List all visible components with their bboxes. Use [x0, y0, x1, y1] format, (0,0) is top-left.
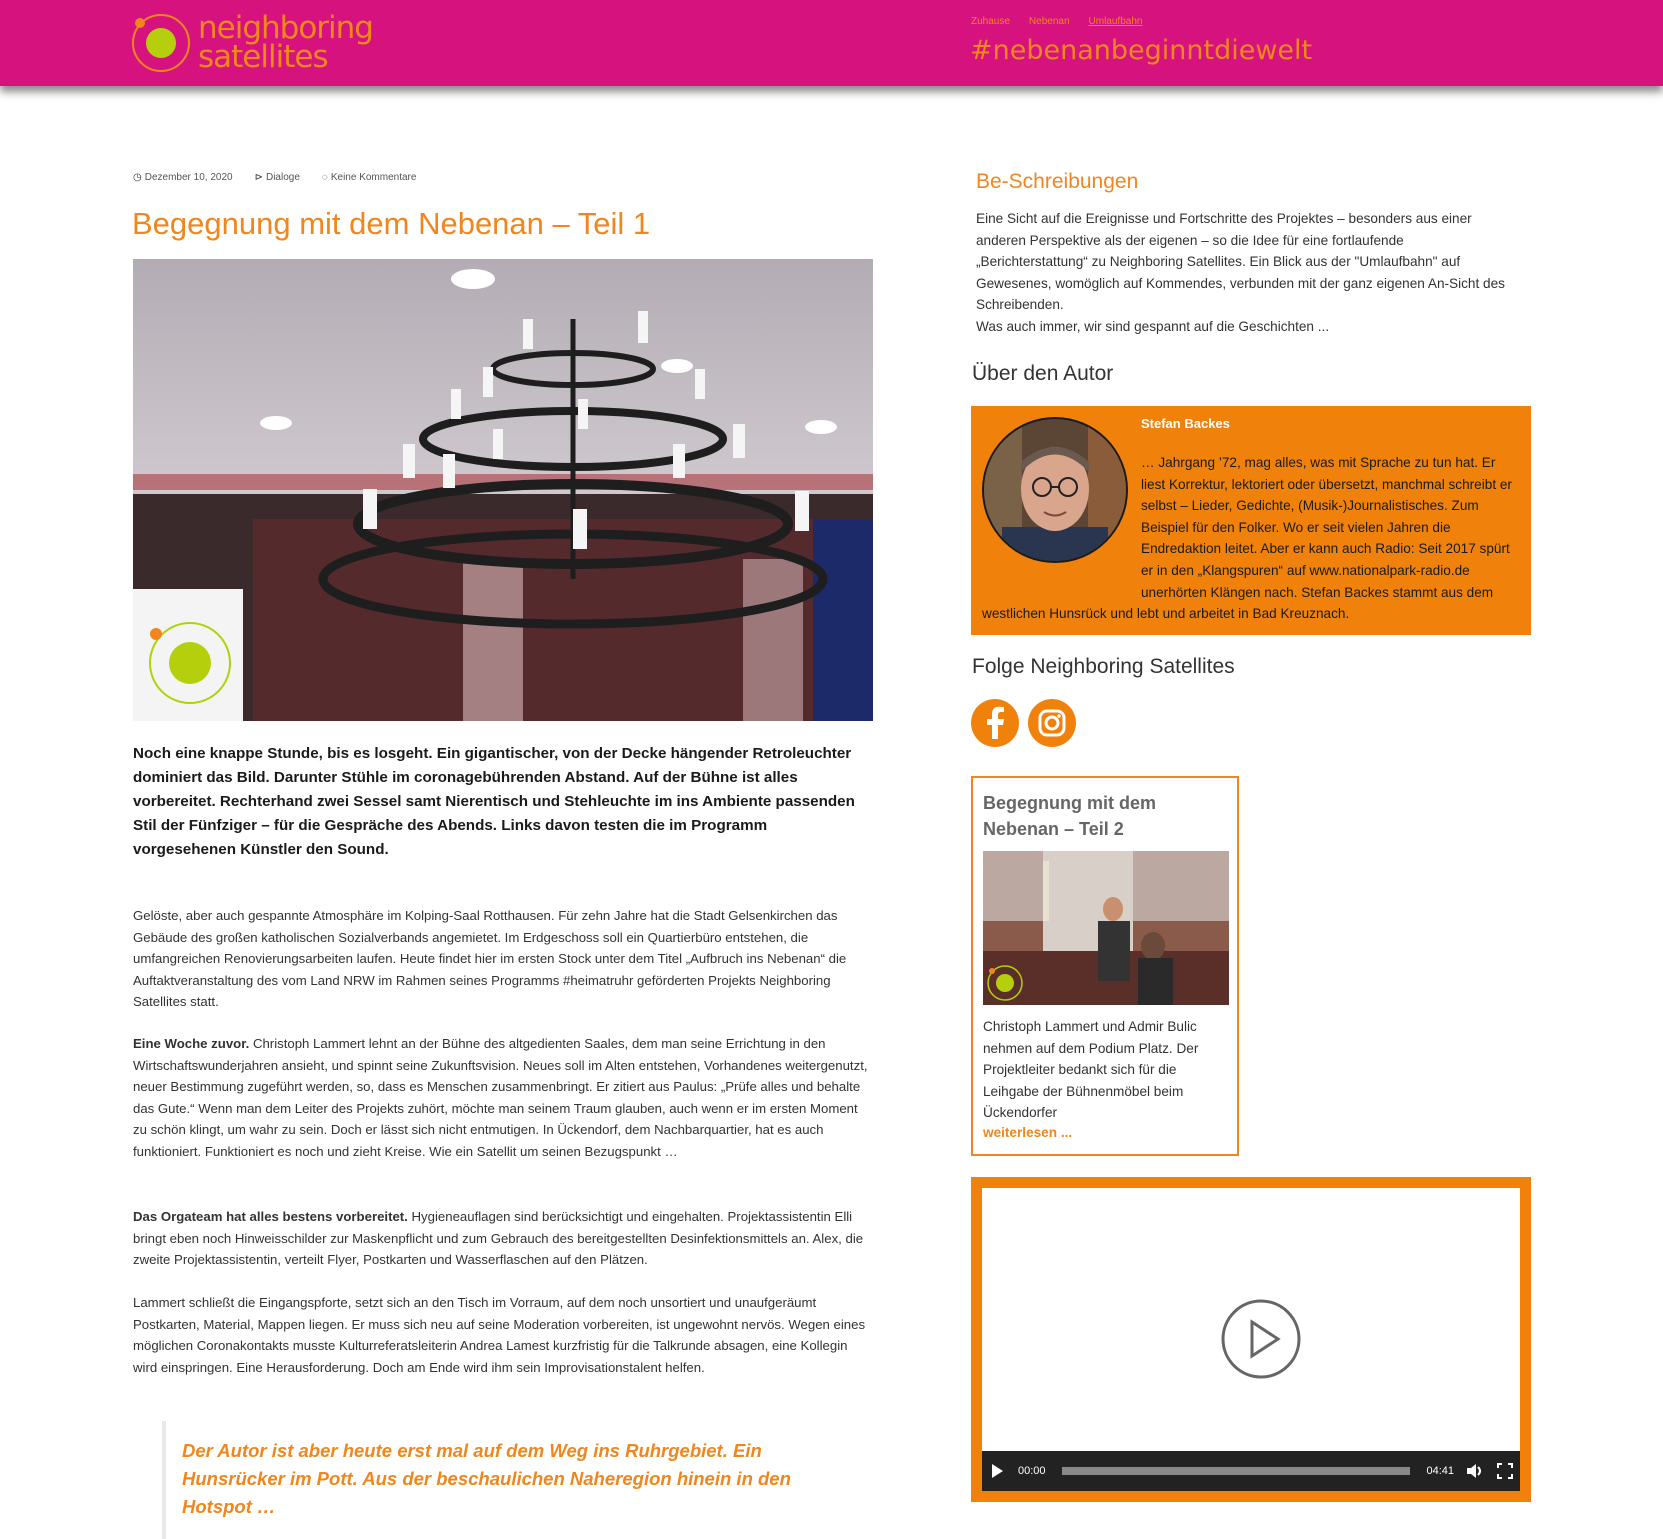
- video-controls: 00:00 04:41: [982, 1451, 1520, 1491]
- clock-icon: ◷: [133, 172, 142, 183]
- video-widget: 00:00 04:41: [971, 1177, 1531, 1502]
- author-name: Stefan Backes: [1141, 416, 1230, 431]
- paragraph-3-lead: Das Orgateam hat alles bestens vorbereit…: [133, 1209, 408, 1224]
- post-title: Begegnung mit dem Nebenan – Teil 1: [132, 206, 651, 241]
- be-schreibungen-text: Eine Sicht auf die Ereignisse und Fortsc…: [976, 211, 1505, 334]
- read-more-link[interactable]: weiterlesen ...: [983, 1125, 1072, 1140]
- post-meta: ◷ Dezember 10, 2020 ⊳ Dialoge ◌ Keine Komme…: [133, 172, 416, 183]
- main-nav: Zuhause Nebenan Umlaufbahn: [971, 16, 1142, 27]
- play-icon[interactable]: [982, 1456, 1012, 1486]
- post-date[interactable]: ◷ Dezember 10, 2020: [133, 172, 233, 183]
- satellite-logo-icon: [132, 14, 190, 72]
- facebook-icon[interactable]: [971, 699, 1019, 747]
- site-logo[interactable]: neighboring satellites: [130, 12, 374, 76]
- chandelier-hero-image: [133, 259, 873, 721]
- related-post-title[interactable]: Begegnung mit dem Nebenan – Teil 2: [983, 790, 1223, 842]
- volume-icon[interactable]: [1460, 1456, 1490, 1486]
- video-seek-bar[interactable]: [1061, 1467, 1411, 1475]
- post-paragraph-1: Gelöste, aber auch gespannte Atmosphäre …: [133, 908, 847, 1010]
- author-box: Stefan Backes … Jahrgang ’72, mag alles,…: [971, 406, 1531, 635]
- logo-wordmark: neighboring satellites: [198, 10, 374, 75]
- paragraph-2-lead: Eine Woche zuvor.: [133, 1036, 250, 1051]
- nav-zuhause[interactable]: Zuhause: [971, 16, 1010, 27]
- post-paragraph-2: Eine Woche zuvor. Christoph Lammert lehn…: [133, 1036, 868, 1159]
- post-lead: Noch eine knappe Stunde, bis es losgeht.…: [133, 745, 855, 858]
- related-post-image[interactable]: [983, 851, 1229, 1005]
- nav-nebenan[interactable]: Nebenan: [1029, 16, 1070, 27]
- fullscreen-icon[interactable]: [1490, 1456, 1520, 1486]
- nav-umlaufbahn[interactable]: Umlaufbahn: [1089, 16, 1143, 27]
- video-player[interactable]: 00:00 04:41: [982, 1188, 1520, 1491]
- post-comments[interactable]: ◌ Keine Kommentare: [322, 172, 417, 183]
- play-large-icon[interactable]: [1220, 1298, 1302, 1380]
- site-tagline: #nebenanbeginntdiewelt: [970, 35, 1313, 66]
- folder-icon: ⊳: [254, 172, 263, 183]
- post-blockquote: Der Autor ist aber heute erst mal auf de…: [162, 1421, 862, 1539]
- related-post-excerpt: Christoph Lammert und Admir Bulic nehmen…: [983, 1019, 1199, 1121]
- social-links: [971, 699, 1076, 747]
- video-duration: 04:41: [1426, 1465, 1454, 1477]
- about-author-title: Über den Autor: [972, 362, 1114, 385]
- be-schreibungen-title: Be-Schreibungen: [976, 170, 1139, 193]
- related-post-card: Begegnung mit dem Nebenan – Teil 2 Chris…: [971, 776, 1239, 1156]
- post-category[interactable]: ⊳ Dialoge: [255, 172, 300, 183]
- author-bio: … Jahrgang ’72, mag alles, was mit Sprac…: [982, 455, 1512, 622]
- quote-text: Der Autor ist aber heute erst mal auf de…: [182, 1440, 791, 1517]
- follow-title: Folge Neighboring Satellites: [972, 655, 1235, 678]
- video-current-time: 00:00: [1018, 1465, 1046, 1477]
- post-paragraph-3: Das Orgateam hat alles bestens vorbereit…: [133, 1209, 864, 1268]
- post-paragraph-4: Lammert schließt die Eingangspforte, set…: [133, 1295, 866, 1375]
- instagram-icon[interactable]: [1028, 699, 1076, 747]
- site-header: neighboring satellites Zuhause Nebenan U…: [0, 0, 1663, 86]
- comment-icon: ◌: [321, 172, 328, 183]
